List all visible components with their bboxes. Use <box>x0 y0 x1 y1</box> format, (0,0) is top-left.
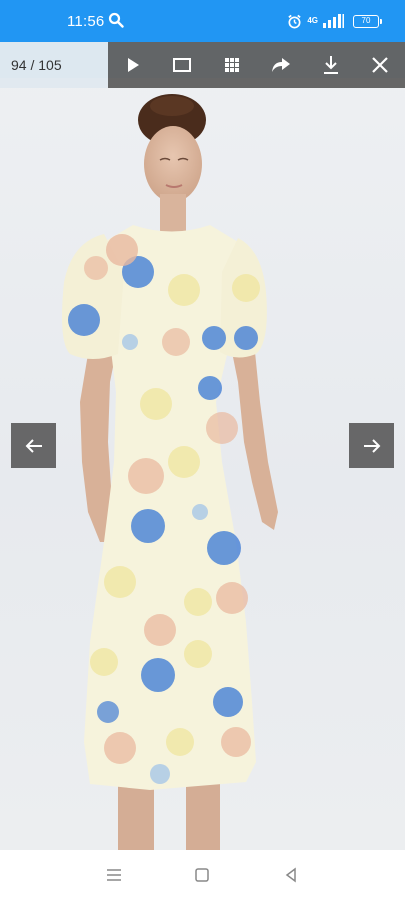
home-icon <box>195 868 210 882</box>
search-icon <box>108 12 124 28</box>
previous-image-button[interactable] <box>11 423 56 468</box>
play-slideshow-button[interactable] <box>108 42 158 88</box>
menu-icon <box>107 869 122 881</box>
status-bar: 11:56 4G 70 <box>0 0 405 42</box>
back-icon <box>285 867 296 883</box>
product-photo <box>62 94 278 850</box>
fullscreen-button[interactable] <box>158 42 208 88</box>
share-button[interactable] <box>257 42 307 88</box>
arrow-right-icon <box>363 438 380 453</box>
signal-icon <box>323 14 344 28</box>
close-icon <box>372 57 389 73</box>
grid-icon <box>224 58 239 72</box>
model-neck <box>160 194 186 232</box>
system-navigation-bar <box>0 850 405 900</box>
battery-level: 70 <box>361 16 371 25</box>
close-button[interactable] <box>356 42 405 88</box>
arrow-left-icon <box>25 438 42 453</box>
status-time: 11:56 <box>67 13 105 30</box>
alarm-icon <box>288 14 301 28</box>
model-right-arm <box>230 342 278 530</box>
viewer-toolbar <box>108 42 405 88</box>
recent-apps-button[interactable] <box>99 860 129 890</box>
battery-indicator: 70 <box>353 14 382 28</box>
home-button[interactable] <box>187 860 217 890</box>
download-icon <box>323 56 338 74</box>
next-image-button[interactable] <box>349 423 394 468</box>
download-button[interactable] <box>306 42 356 88</box>
fullscreen-icon <box>173 58 192 72</box>
model-face <box>144 126 202 202</box>
status-indicators: 4G 70 <box>287 12 382 30</box>
share-icon <box>272 58 291 72</box>
image-counter: 94 / 105 <box>0 42 108 88</box>
network-type: 4G <box>307 16 318 25</box>
grid-view-button[interactable] <box>207 42 257 88</box>
play-icon <box>127 58 139 72</box>
photo-viewer[interactable]: 94 / 105 <box>0 42 405 850</box>
back-button[interactable] <box>276 860 306 890</box>
